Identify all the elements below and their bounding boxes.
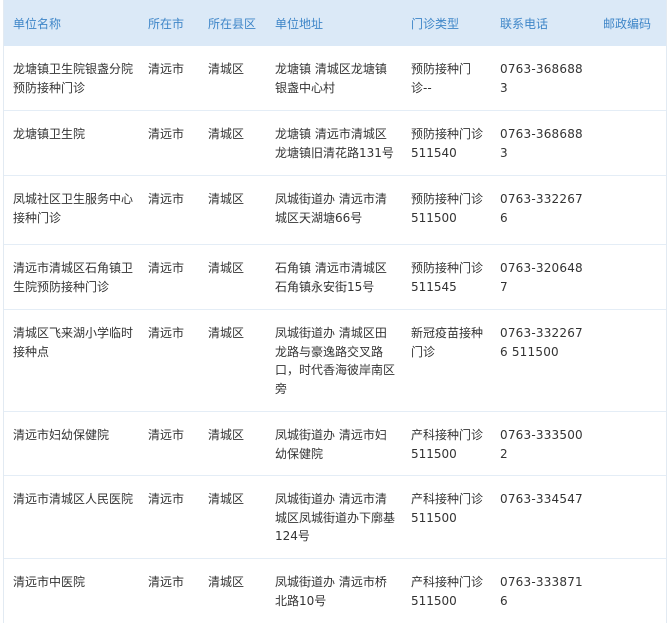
cell-county: 清城区	[199, 411, 266, 476]
clinic-table-container: 单位名称 所在市 所在县区 单位地址 门诊类型 联系电话 邮政编码 龙塘镇卫生院…	[3, 0, 667, 623]
header-name: 单位名称	[4, 0, 139, 46]
cell-clinic-type: 预防接种门诊511500	[402, 175, 491, 245]
cell-clinic-type: 产科接种门诊511500	[402, 558, 491, 623]
table-row: 清城区飞来湖小学临时接种点 清远市 清城区 凤城街道办 清城区田龙路与豪逸路交叉…	[4, 309, 666, 412]
cell-name: 清远市清城区人民医院	[4, 475, 139, 559]
table-row: 清远市妇幼保健院 清远市 清城区 凤城街道办 清远市妇幼保健院 产科接种门诊51…	[4, 411, 666, 476]
cell-clinic-type: 产科接种门诊511500	[402, 475, 491, 559]
cell-address: 石角镇 清远市清城区石角镇永安街15号	[266, 244, 402, 310]
cell-phone: 0763-334547	[491, 475, 594, 559]
table-row: 龙塘镇卫生院银盏分院预防接种门诊 清远市 清城区 龙塘镇 清城区龙塘镇银盏中心村…	[4, 46, 666, 111]
cell-city: 清远市	[139, 309, 199, 412]
table-row: 清远市中医院 清远市 清城区 凤城街道办 清远市桥北路10号 产科接种门诊511…	[4, 558, 666, 623]
header-phone: 联系电话	[491, 0, 594, 46]
cell-clinic-type: 产科接种门诊511500	[402, 411, 491, 476]
cell-county: 清城区	[199, 46, 266, 111]
cell-county: 清城区	[199, 244, 266, 310]
cell-phone: 0763-3686883	[491, 110, 594, 176]
cell-postal	[594, 46, 666, 111]
table-row: 清远市清城区人民医院 清远市 清城区 凤城街道办 清远市清城区凤城街道办下廓基1…	[4, 475, 666, 559]
header-county: 所在县区	[199, 0, 266, 46]
table-row: 凤城社区卫生服务中心接种门诊 清远市 清城区 凤城街道办 清远市清城区天湖塘66…	[4, 175, 666, 245]
cell-address: 凤城街道办 清远市清城区凤城街道办下廓基124号	[266, 475, 402, 559]
cell-county: 清城区	[199, 110, 266, 176]
cell-address: 凤城街道办 清远市桥北路10号	[266, 558, 402, 623]
cell-postal	[594, 475, 666, 559]
cell-clinic-type: 新冠疫苗接种门诊	[402, 309, 491, 412]
table-header: 单位名称 所在市 所在县区 单位地址 门诊类型 联系电话 邮政编码	[4, 0, 666, 46]
cell-clinic-type: 预防接种门诊511545	[402, 244, 491, 310]
header-clinic-type: 门诊类型	[402, 0, 491, 46]
cell-name: 清远市妇幼保健院	[4, 411, 139, 476]
cell-name: 清城区飞来湖小学临时接种点	[4, 309, 139, 412]
cell-name: 龙塘镇卫生院	[4, 110, 139, 176]
cell-address: 龙塘镇 清城区龙塘镇银盏中心村	[266, 46, 402, 111]
cell-postal	[594, 110, 666, 176]
cell-county: 清城区	[199, 175, 266, 245]
cell-city: 清远市	[139, 46, 199, 111]
cell-phone: 0763-3322676	[491, 175, 594, 245]
cell-postal	[594, 411, 666, 476]
cell-city: 清远市	[139, 411, 199, 476]
cell-phone: 0763-3686883	[491, 46, 594, 111]
cell-phone: 0763-3322676 511500	[491, 309, 594, 412]
header-row: 单位名称 所在市 所在县区 单位地址 门诊类型 联系电话 邮政编码	[4, 0, 666, 46]
cell-city: 清远市	[139, 475, 199, 559]
header-address: 单位地址	[266, 0, 402, 46]
cell-name: 清远市中医院	[4, 558, 139, 623]
cell-county: 清城区	[199, 309, 266, 412]
cell-postal	[594, 244, 666, 310]
cell-phone: 0763-3338716	[491, 558, 594, 623]
cell-clinic-type: 预防接种门诊--	[402, 46, 491, 111]
cell-city: 清远市	[139, 558, 199, 623]
cell-name: 清远市清城区石角镇卫生院预防接种门诊	[4, 244, 139, 310]
cell-phone: 0763-3335002	[491, 411, 594, 476]
table-body: 龙塘镇卫生院银盏分院预防接种门诊 清远市 清城区 龙塘镇 清城区龙塘镇银盏中心村…	[4, 46, 666, 623]
cell-address: 凤城街道办 清远市妇幼保健院	[266, 411, 402, 476]
cell-name: 凤城社区卫生服务中心接种门诊	[4, 175, 139, 245]
table-row: 清远市清城区石角镇卫生院预防接种门诊 清远市 清城区 石角镇 清远市清城区石角镇…	[4, 244, 666, 310]
cell-county: 清城区	[199, 558, 266, 623]
cell-city: 清远市	[139, 175, 199, 245]
cell-postal	[594, 558, 666, 623]
cell-city: 清远市	[139, 244, 199, 310]
cell-address: 凤城街道办 清远市清城区天湖塘66号	[266, 175, 402, 245]
cell-county: 清城区	[199, 475, 266, 559]
cell-address: 龙塘镇 清远市清城区龙塘镇旧清花路131号	[266, 110, 402, 176]
cell-name: 龙塘镇卫生院银盏分院预防接种门诊	[4, 46, 139, 111]
cell-clinic-type: 预防接种门诊511540	[402, 110, 491, 176]
header-city: 所在市	[139, 0, 199, 46]
cell-phone: 0763-3206487	[491, 244, 594, 310]
cell-address: 凤城街道办 清城区田龙路与豪逸路交叉路口，时代香海彼岸南区旁	[266, 309, 402, 412]
table-row: 龙塘镇卫生院 清远市 清城区 龙塘镇 清远市清城区龙塘镇旧清花路131号 预防接…	[4, 110, 666, 176]
cell-city: 清远市	[139, 110, 199, 176]
header-postal: 邮政编码	[594, 0, 666, 46]
clinic-table: 单位名称 所在市 所在县区 单位地址 门诊类型 联系电话 邮政编码 龙塘镇卫生院…	[4, 0, 666, 623]
cell-postal	[594, 309, 666, 412]
cell-postal	[594, 175, 666, 245]
